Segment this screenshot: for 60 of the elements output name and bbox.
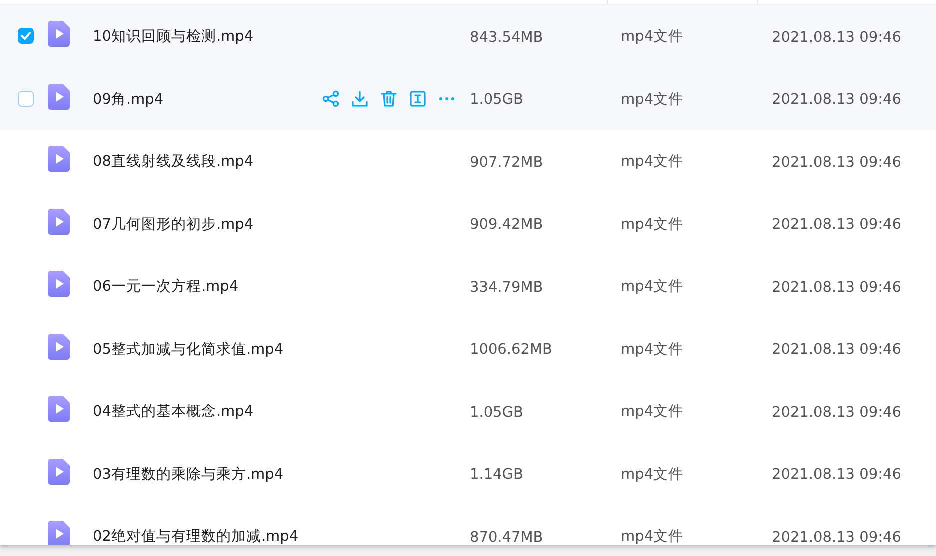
video-file-icon: [48, 146, 70, 172]
file-type: mp4文件: [621, 404, 684, 420]
check-icon: [20, 32, 30, 40]
file-size: 334.79MB: [470, 280, 544, 296]
rename-icon[interactable]: [409, 88, 427, 110]
modified-date: 2021.08.13 09:46: [772, 342, 902, 358]
video-file-icon: [48, 334, 70, 360]
video-file-icon: [48, 208, 70, 235]
file-type: mp4文件: [621, 92, 684, 108]
file-type: mp4文件: [621, 154, 684, 170]
file-row[interactable]: 04整式的基本概念.mp4 1.05GB mp4文件 2021.08.13 09:46: [0, 380, 936, 442]
file-row[interactable]: 08直线射线及线段.mp4 907.72MB mp4文件 2021.08.13 09:46: [0, 130, 936, 192]
file-size: 843.54MB: [470, 30, 544, 46]
file-name: 07几何图形的初步.mp4: [93, 216, 254, 233]
file-size: 909.42MB: [470, 217, 544, 234]
file-row[interactable]: 10知识回顾与检测.mp4 843.54MB mp4文件 2021.08.13 09:46: [0, 5, 936, 68]
file-type: mp4文件: [621, 29, 684, 46]
file-name: 08直线射线及线段.mp4: [93, 154, 254, 170]
file-size: 1.14GB: [470, 467, 524, 484]
file-name: 04整式的基本概念.mp4: [93, 404, 254, 420]
modified-date: 2021.08.13 09:46: [772, 217, 902, 234]
file-name: 05整式加减与化简求值.mp4: [93, 342, 284, 358]
video-file-icon: [48, 521, 70, 545]
modified-date: 2021.08.13 09:46: [772, 530, 902, 545]
modified-date: 2021.08.13 09:46: [772, 92, 902, 108]
file-size: 1006.62MB: [470, 342, 552, 358]
modified-date: 2021.08.13 09:46: [772, 280, 902, 296]
video-file-icon: [48, 84, 70, 110]
video-file-icon: [48, 396, 70, 422]
file-row[interactable]: 02绝对值与有理数的加减.mp4 870.47MB mp4文件 2021.08.13 09:46: [0, 505, 936, 545]
file-name: 06一元一次方程.mp4: [93, 279, 239, 296]
file-type: mp4文件: [621, 216, 684, 233]
video-file-icon: [48, 271, 70, 298]
file-size: 1.05GB: [470, 404, 524, 421]
checkbox[interactable]: [18, 90, 34, 107]
file-size: 870.47MB: [470, 530, 544, 545]
file-row[interactable]: 03有理数的乘除与乘方.mp4 1.14GB mp4文件 2021.08.13 09:46: [0, 442, 936, 505]
file-name: 10知识回顾与检测.mp4: [93, 29, 254, 46]
video-file-icon: [48, 458, 70, 485]
file-row[interactable]: 06一元一次方程.mp4 334.79MB mp4文件 2021.08.13 09:46: [0, 255, 936, 318]
file-name: 03有理数的乘除与乘方.mp4: [93, 466, 284, 483]
share-icon[interactable]: [322, 88, 340, 110]
file-row[interactable]: 09角.mp4 1.05GB mp4文件 2021.08.13 09:46: [0, 68, 936, 130]
file-name: 02绝对值与有理数的加减.mp4: [93, 529, 299, 545]
modified-date: 2021.08.13 09:46: [772, 467, 902, 484]
modified-date: 2021.08.13 09:46: [772, 154, 902, 171]
file-type: mp4文件: [621, 279, 684, 296]
file-size: 1.05GB: [470, 92, 524, 108]
modified-date: 2021.08.13 09:46: [772, 30, 902, 46]
file-name: 09角.mp4: [93, 92, 164, 108]
file-type: mp4文件: [621, 529, 684, 545]
checkbox[interactable]: [18, 28, 34, 44]
trash-icon[interactable]: [380, 88, 398, 110]
file-row[interactable]: 07几何图形的初步.mp4 909.42MB mp4文件 2021.08.13 09:46: [0, 192, 936, 255]
file-size: 907.72MB: [470, 154, 544, 171]
file-row[interactable]: 05整式加减与化简求值.mp4 1006.62MB mp4文件 2021.08.13 09:46: [0, 318, 936, 380]
file-type: mp4文件: [621, 466, 684, 483]
modified-date: 2021.08.13 09:46: [772, 404, 902, 421]
video-file-icon: [48, 21, 70, 48]
file-type: mp4文件: [621, 342, 684, 358]
